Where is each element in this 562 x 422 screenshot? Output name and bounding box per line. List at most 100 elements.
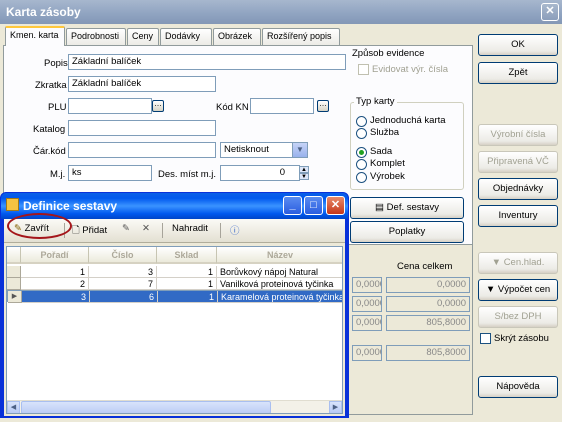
evidovat-vyr-cisla-checkbox[interactable] xyxy=(358,64,369,75)
toolbar-separator xyxy=(162,223,163,238)
radio-sluzba[interactable] xyxy=(356,128,367,139)
cell-sklad: 1 xyxy=(157,278,217,290)
zkratka-label: Zkratka xyxy=(35,80,67,91)
maximize-button[interactable]: □ xyxy=(304,196,323,215)
popis-label: Popis xyxy=(44,58,68,69)
main-window-title: Karta zásoby xyxy=(6,5,81,19)
help-icon: ⓘ xyxy=(230,226,240,237)
table-row[interactable]: 1 3 1 Borůvkový nápoj Natural xyxy=(7,266,342,278)
total-field-4: 805,8000 xyxy=(386,345,470,361)
objednavky-button[interactable]: Objednávky xyxy=(478,178,558,200)
skryt-zasobu-checkbox[interactable] xyxy=(480,333,491,344)
column-header-nazev[interactable]: Název xyxy=(217,247,342,264)
pripravena-vc-button[interactable]: Připravená VČ xyxy=(478,151,558,173)
triangle-icon: ▼ xyxy=(491,257,504,268)
total-field-2: 0,0000 xyxy=(386,296,470,312)
help-button[interactable]: ⓘ xyxy=(230,223,240,237)
typ-karty-title: Typ karty xyxy=(354,96,397,107)
mj-field[interactable]: ks xyxy=(68,165,152,181)
kod-kn-browse-button[interactable]: … xyxy=(317,100,329,112)
value-field-3: 0,0000 xyxy=(352,315,382,331)
radio-komplet[interactable] xyxy=(356,159,367,170)
plu-field[interactable] xyxy=(68,98,152,114)
cell-sklad: 1 xyxy=(157,266,217,278)
current-row-marker-icon: ▶ xyxy=(8,291,22,303)
radio-jednoducha-karta-label: Jednoduchá karta xyxy=(370,115,446,126)
tab-obrazek[interactable]: Obrázek xyxy=(213,28,261,45)
toolbar-separator xyxy=(220,223,221,238)
column-header-poradi[interactable]: Pořadí xyxy=(21,247,89,264)
row-header-corner xyxy=(7,247,21,264)
car-kod-print-select[interactable]: Netisknout ▼ xyxy=(220,142,308,158)
radio-sada[interactable] xyxy=(356,147,367,158)
dialog-title: Definice sestavy xyxy=(23,199,118,213)
scroll-right-button[interactable]: ▶ xyxy=(329,401,342,413)
cell-nazev: Borůvkový nápoj Natural xyxy=(217,266,342,278)
edit-button[interactable]: ✎ xyxy=(122,223,130,234)
vypocet-cen-label: Výpočet cen xyxy=(497,284,551,295)
cell-sklad: 1 xyxy=(158,291,218,303)
tab-kmen-karta[interactable]: Kmen. karta xyxy=(5,26,65,46)
tab-ceny[interactable]: Ceny xyxy=(127,28,159,45)
zpet-button[interactable]: Zpět xyxy=(478,62,558,84)
kod-kn-label: Kód KN xyxy=(216,102,249,113)
spin-down-button[interactable]: ▼ xyxy=(299,173,309,180)
katalog-field[interactable] xyxy=(68,120,216,136)
s-bez-dph-button[interactable]: S/bez DPH xyxy=(478,306,558,328)
radio-vyrobek-label: Výrobek xyxy=(370,171,405,182)
row-marker xyxy=(7,278,21,290)
vyrobni-cisla-button[interactable]: Výrobní čísla xyxy=(478,124,558,146)
cell-nazev: Vanilková proteinová tyčinka xyxy=(217,278,342,290)
napoveda-button[interactable]: Nápověda xyxy=(478,376,558,398)
tab-podrobnosti[interactable]: Podrobnosti xyxy=(66,28,126,45)
radio-komplet-label: Komplet xyxy=(370,158,405,169)
cell-cislo: 6 xyxy=(90,291,158,303)
delete-button[interactable]: ✕ xyxy=(142,223,150,234)
radio-jednoducha-karta[interactable] xyxy=(356,116,367,127)
zkratka-field[interactable]: Základní balíček xyxy=(68,76,216,92)
value-field-1: 0,0000 xyxy=(352,277,382,293)
scroll-left-button[interactable]: ◀ xyxy=(7,401,20,413)
sestava-grid[interactable]: Pořadí Číslo Sklad Název 1 3 1 Borůvkový… xyxy=(6,246,343,414)
zpusob-evidence-title: Způsob evidence xyxy=(352,48,425,59)
dialog-body: ✎ Zavřít 🗋 Přidat ✎ ✕ Nahradit ⓘ Pořadí … xyxy=(4,219,345,416)
nahradit-button[interactable]: Nahradit xyxy=(172,223,208,234)
radio-sluzba-label: Služba xyxy=(370,127,400,138)
vypocet-cen-button[interactable]: ▼ Výpočet cen xyxy=(478,279,558,301)
spin-up-button[interactable]: ▲ xyxy=(299,166,309,173)
ok-button[interactable]: OK xyxy=(478,34,558,56)
highlight-circle xyxy=(7,213,72,239)
kod-kn-field[interactable] xyxy=(250,98,314,114)
des-mist-label: Des. míst m.j. xyxy=(158,169,217,180)
column-header-cislo[interactable]: Číslo xyxy=(89,247,157,264)
main-close-button[interactable]: ✕ xyxy=(541,3,559,21)
def-sestavy-button[interactable]: ▤ Def. sestavy xyxy=(350,197,464,219)
poplatky-button[interactable]: Poplatky xyxy=(350,221,464,243)
des-mist-field[interactable]: 0 xyxy=(220,165,300,181)
chevron-down-icon: ▼ xyxy=(292,143,307,157)
plu-browse-button[interactable]: … xyxy=(152,100,164,112)
cen-hlad-button[interactable]: ▼ Cen.hlad. xyxy=(478,252,558,274)
minimize-button[interactable]: _ xyxy=(283,196,302,215)
table-row-selected[interactable]: ▶ 3 6 1 Karamelová proteinová tyčinka xyxy=(7,290,342,303)
cell-poradi: 3 xyxy=(22,291,90,303)
triangle-icon: ▼ xyxy=(485,284,498,295)
pridat-button[interactable]: 🗋 Přidat xyxy=(72,223,107,239)
dialog-close-button[interactable]: ✕ xyxy=(326,196,345,215)
column-header-sklad[interactable]: Sklad xyxy=(157,247,217,264)
tab-rozsireny-popis[interactable]: Rozšířený popis xyxy=(262,28,340,45)
nahradit-label: Nahradit xyxy=(172,223,208,234)
radio-vyrobek[interactable] xyxy=(356,172,367,183)
evidovat-vyr-cisla-label: Evidovat výr. čísla xyxy=(372,64,449,75)
katalog-label: Katalog xyxy=(33,124,66,135)
cell-nazev: Karamelová proteinová tyčinka xyxy=(218,291,342,303)
main-titlebar: Karta zásoby ✕ xyxy=(0,0,562,24)
popis-field[interactable]: Základní balíček xyxy=(68,54,346,70)
tab-dodavky[interactable]: Dodávky xyxy=(160,28,212,45)
horizontal-scrollbar[interactable]: ◀ ▶ xyxy=(7,400,342,413)
inventury-button[interactable]: Inventury xyxy=(478,205,558,227)
table-row[interactable]: 2 7 1 Vanilková proteinová tyčinka xyxy=(7,278,342,290)
value-field-2: 0,0000 xyxy=(352,296,382,312)
car-kod-field[interactable] xyxy=(68,142,216,158)
scroll-thumb[interactable] xyxy=(21,401,271,413)
